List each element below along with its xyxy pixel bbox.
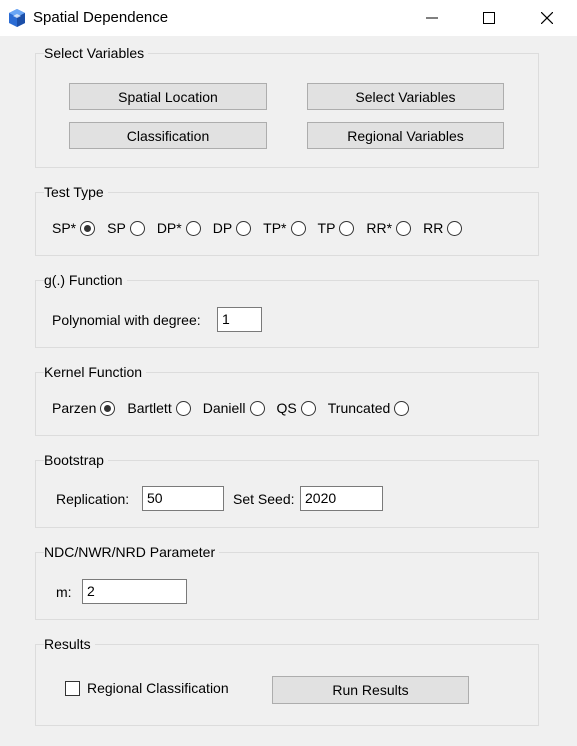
maximize-icon xyxy=(483,12,495,24)
test-type-option-rr-star[interactable]: RR* xyxy=(366,220,412,236)
kernel-option-bartlett[interactable]: Bartlett xyxy=(127,400,191,416)
radio-label: Parzen xyxy=(52,400,97,416)
radio-unselected[interactable] xyxy=(396,220,412,236)
select-variables-group xyxy=(35,53,539,168)
m-input[interactable]: 2 xyxy=(82,579,187,604)
minimize-icon xyxy=(426,17,438,19)
radio-unselected[interactable] xyxy=(129,220,145,236)
radio-unselected[interactable] xyxy=(447,220,463,236)
radio-label: TP* xyxy=(263,220,287,236)
minimize-button[interactable] xyxy=(403,0,461,36)
maximize-button[interactable] xyxy=(460,0,518,36)
radio-label: Bartlett xyxy=(127,400,172,416)
regional-classification-label: Regional Classification xyxy=(87,680,229,696)
m-label: m: xyxy=(56,584,72,600)
kernel-function-radio-group: Parzen Bartlett Daniell QS Truncated xyxy=(52,400,410,416)
set-seed-label: Set Seed: xyxy=(233,491,295,507)
test-type-option-dp[interactable]: DP xyxy=(212,220,252,236)
spatial-location-button[interactable]: Spatial Location xyxy=(69,83,267,110)
window-title: Spatial Dependence xyxy=(33,9,169,26)
radio-label: SP xyxy=(107,220,126,236)
select-variables-group-label: Select Variables xyxy=(44,45,149,61)
radio-unselected[interactable] xyxy=(290,220,306,236)
close-icon xyxy=(541,12,553,24)
radio-label: DP* xyxy=(156,220,182,236)
test-type-radio-group: SP* SP DP* DP TP* TP RR* RR xyxy=(52,220,463,236)
run-results-button[interactable]: Run Results xyxy=(272,676,469,704)
bootstrap-group-label: Bootstrap xyxy=(44,452,108,468)
results-group-label: Results xyxy=(44,636,95,652)
g-function-group-label: g(.) Function xyxy=(44,272,127,288)
regional-variables-button[interactable]: Regional Variables xyxy=(307,122,504,149)
test-type-option-tp-star[interactable]: TP* xyxy=(263,220,306,236)
polynomial-degree-input[interactable]: 1 xyxy=(217,307,262,332)
radio-selected[interactable] xyxy=(100,400,116,416)
radio-unselected[interactable] xyxy=(339,220,355,236)
kernel-function-group-label: Kernel Function xyxy=(44,364,147,380)
radio-label: TP xyxy=(317,220,336,236)
radio-label: Daniell xyxy=(202,400,246,416)
parameter-group-label: NDC/NWR/NRD Parameter xyxy=(44,544,220,560)
test-type-option-rr[interactable]: RR xyxy=(423,220,463,236)
polynomial-degree-label: Polynomial with degree: xyxy=(52,312,201,328)
radio-unselected[interactable] xyxy=(236,220,252,236)
title-bar: Spatial Dependence xyxy=(0,0,577,36)
kernel-option-truncated[interactable]: Truncated xyxy=(328,400,410,416)
radio-unselected[interactable] xyxy=(394,400,410,416)
classification-button[interactable]: Classification xyxy=(69,122,267,149)
test-type-group-label: Test Type xyxy=(44,184,108,200)
replication-input[interactable]: 50 xyxy=(142,486,224,511)
regional-classification-checkbox[interactable] xyxy=(65,681,80,696)
test-type-option-sp[interactable]: SP xyxy=(107,220,145,236)
radio-label: SP* xyxy=(52,220,77,236)
set-seed-input[interactable]: 2020 xyxy=(300,486,383,511)
close-button[interactable] xyxy=(518,0,576,36)
radio-label: DP xyxy=(212,220,233,236)
kernel-option-daniell[interactable]: Daniell xyxy=(203,400,265,416)
app-cube-icon xyxy=(9,9,25,27)
test-type-option-tp[interactable]: TP xyxy=(318,220,355,236)
radio-unselected[interactable] xyxy=(300,400,316,416)
select-variables-button[interactable]: Select Variables xyxy=(307,83,504,110)
radio-label: RR xyxy=(423,220,444,236)
radio-label: Truncated xyxy=(327,400,391,416)
radio-label: RR* xyxy=(366,220,393,236)
radio-selected[interactable] xyxy=(80,220,96,236)
test-type-option-dp-star[interactable]: DP* xyxy=(157,220,201,236)
replication-label: Replication: xyxy=(56,491,130,507)
radio-label: QS xyxy=(276,400,297,416)
radio-unselected[interactable] xyxy=(249,400,265,416)
kernel-option-qs[interactable]: QS xyxy=(277,400,316,416)
test-type-option-sp-star[interactable]: SP* xyxy=(52,220,96,236)
radio-unselected[interactable] xyxy=(185,220,201,236)
radio-unselected[interactable] xyxy=(175,400,191,416)
kernel-option-parzen[interactable]: Parzen xyxy=(52,400,116,416)
